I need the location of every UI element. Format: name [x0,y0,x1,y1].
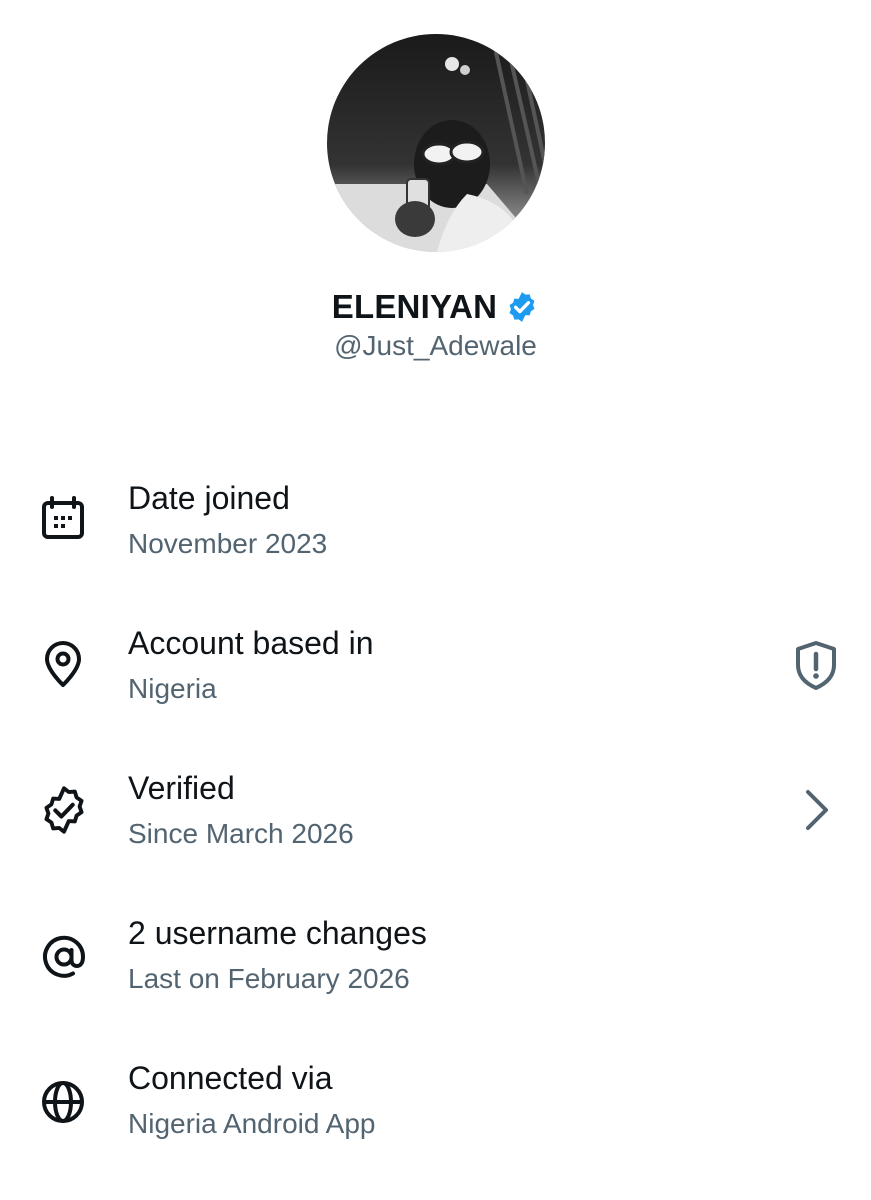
detail-username-changes: 2 username changes Last on February 2026 [0,905,871,1015]
globe-icon [38,1076,90,1128]
detail-date-joined: Date joined November 2023 [0,470,871,580]
name-row: ELENIYAN [0,288,871,326]
calendar-icon [38,494,90,546]
shield-alert-icon[interactable] [788,637,844,693]
detail-title: Date joined [128,480,290,516]
avatar[interactable] [327,34,545,252]
detail-title: Connected via [128,1060,333,1096]
detail-subtitle: Nigeria Android App [128,1108,376,1139]
detail-subtitle: Nigeria [128,673,217,704]
at-sign-icon [38,931,90,983]
detail-verified[interactable]: Verified Since March 2026 [0,760,871,870]
detail-title: Verified [128,770,235,806]
detail-account-based-in: Account based in Nigeria [0,615,871,725]
verified-outline-icon [38,784,90,836]
detail-subtitle: November 2023 [128,528,328,559]
display-name: ELENIYAN [331,288,498,325]
detail-connected-via: Connected via Nigeria Android App [0,1050,871,1160]
verified-badge-icon[interactable] [505,290,539,324]
detail-title: 2 username changes [128,915,427,951]
location-pin-icon [38,639,90,691]
detail-title: Account based in [128,625,374,661]
detail-subtitle: Last on February 2026 [128,963,410,994]
chevron-right-icon[interactable] [788,782,844,838]
username-handle: @Just_Adewale [334,330,537,361]
detail-subtitle: Since March 2026 [128,818,354,849]
avatar-photo [327,34,545,252]
